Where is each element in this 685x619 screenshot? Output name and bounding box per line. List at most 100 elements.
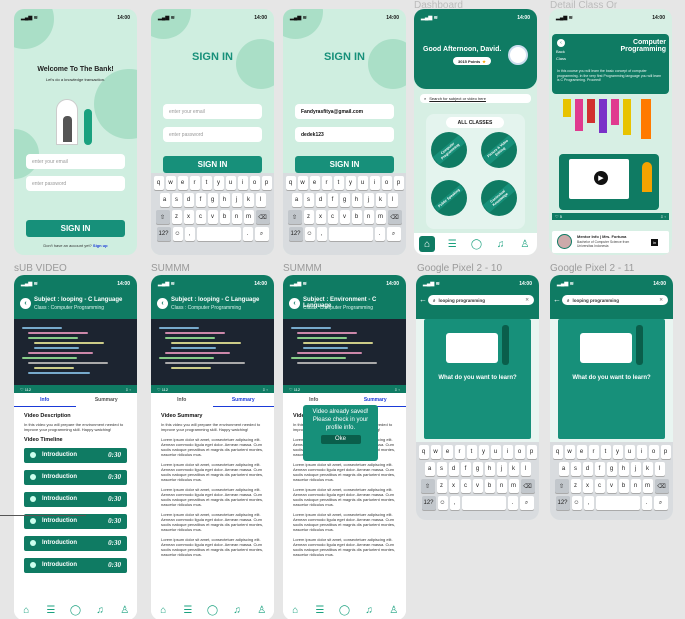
key[interactable]: o xyxy=(381,176,392,190)
key[interactable]: m xyxy=(375,210,386,224)
key[interactable]: v xyxy=(339,210,350,224)
home-icon[interactable]: ⌂ xyxy=(288,603,302,617)
key[interactable]: w xyxy=(564,445,575,459)
like-icon[interactable]: ♡ 112 xyxy=(20,387,31,392)
linkedin-icon[interactable]: in xyxy=(651,239,658,246)
bell-icon[interactable]: ♫ xyxy=(362,603,376,617)
emoji-icon[interactable]: ☺ xyxy=(437,496,448,510)
ok-button[interactable]: Oke xyxy=(320,435,361,445)
comma-key[interactable]: , xyxy=(184,227,195,241)
email-field[interactable]: Fandyrasfitya@gmail.com xyxy=(295,104,394,119)
key[interactable]: m xyxy=(642,479,653,493)
key[interactable]: j xyxy=(363,193,374,207)
key[interactable]: n xyxy=(231,210,242,224)
key[interactable]: j xyxy=(630,462,641,476)
key[interactable]: i xyxy=(369,176,380,190)
key[interactable]: k xyxy=(508,462,519,476)
key[interactable]: r xyxy=(454,445,465,459)
video-player[interactable] xyxy=(151,319,274,385)
key[interactable]: c xyxy=(195,210,206,224)
key[interactable]: p xyxy=(660,445,671,459)
timeline-item[interactable]: Introduction 0:30 xyxy=(24,513,127,529)
space-key[interactable] xyxy=(328,227,373,241)
user-icon[interactable]: ♙ xyxy=(518,237,532,251)
bell-icon[interactable]: ♫ xyxy=(93,603,107,617)
tab-info[interactable]: Info xyxy=(14,393,76,407)
num-key[interactable]: 12? xyxy=(421,496,436,510)
bulb-icon[interactable]: ◯ xyxy=(469,237,483,251)
search-icon[interactable]: ⌕ xyxy=(519,496,534,510)
key[interactable]: c xyxy=(460,479,471,493)
key[interactable]: k xyxy=(642,462,653,476)
num-key[interactable]: 12? xyxy=(156,227,171,241)
key[interactable]: g xyxy=(207,193,218,207)
key[interactable]: o xyxy=(249,176,260,190)
emoji-icon[interactable]: ☺ xyxy=(571,496,582,510)
key[interactable]: n xyxy=(363,210,374,224)
search-icon[interactable]: ⌕ xyxy=(254,227,269,241)
search-input[interactable]: ⌕ looping programming ✕ xyxy=(562,295,668,305)
bulb-icon[interactable]: ◯ xyxy=(205,603,219,617)
list-icon[interactable]: ☰ xyxy=(313,603,327,617)
key[interactable]: s xyxy=(171,193,182,207)
period-key[interactable]: . xyxy=(641,496,652,510)
key[interactable]: g xyxy=(472,462,483,476)
download-icon[interactable]: ⇩ ▫ xyxy=(660,214,666,219)
key[interactable]: a xyxy=(291,193,302,207)
comma-key[interactable]: , xyxy=(583,496,594,510)
key[interactable]: w xyxy=(430,445,441,459)
key[interactable]: z xyxy=(171,210,182,224)
key[interactable]: m xyxy=(508,479,519,493)
shift-icon[interactable]: ⇧ xyxy=(420,479,435,493)
period-key[interactable]: . xyxy=(507,496,518,510)
user-icon[interactable]: ♙ xyxy=(255,603,269,617)
key[interactable]: h xyxy=(351,193,362,207)
key[interactable]: o xyxy=(514,445,525,459)
key[interactable]: r xyxy=(588,445,599,459)
password-field[interactable]: enter password xyxy=(26,176,125,191)
timeline-item[interactable]: Introduction 0:30 xyxy=(24,557,127,573)
key[interactable]: l xyxy=(654,462,665,476)
key[interactable]: x xyxy=(448,479,459,493)
shift-icon[interactable]: ⇧ xyxy=(287,210,302,224)
key[interactable]: d xyxy=(582,462,593,476)
download-icon[interactable]: ⇩ ▫ xyxy=(262,387,268,392)
key[interactable]: n xyxy=(496,479,507,493)
class-computer-programming[interactable]: Computer Programming xyxy=(431,132,467,168)
key[interactable]: x xyxy=(183,210,194,224)
key[interactable]: d xyxy=(315,193,326,207)
key[interactable]: b xyxy=(484,479,495,493)
key[interactable]: p xyxy=(261,176,272,190)
key[interactable]: h xyxy=(219,193,230,207)
key[interactable]: y xyxy=(478,445,489,459)
back-icon[interactable]: ‹ xyxy=(157,298,168,309)
key[interactable]: q xyxy=(285,176,296,190)
key[interactable]: q xyxy=(418,445,429,459)
class-picture-video-editing[interactable]: Picture & Video Editing xyxy=(481,132,517,168)
key[interactable]: u xyxy=(624,445,635,459)
space-key[interactable] xyxy=(461,496,506,510)
emoji-icon[interactable]: ☺ xyxy=(172,227,183,241)
home-icon[interactable]: ⌂ xyxy=(156,603,170,617)
key[interactable]: j xyxy=(231,193,242,207)
email-field[interactable]: enter your email xyxy=(26,154,125,169)
tab-summary[interactable]: Summary xyxy=(212,393,274,407)
key[interactable]: r xyxy=(321,176,332,190)
key[interactable]: a xyxy=(424,462,435,476)
key[interactable]: e xyxy=(309,176,320,190)
num-key[interactable]: 12? xyxy=(288,227,303,241)
key[interactable]: e xyxy=(576,445,587,459)
like-icon[interactable]: ♡ 112 xyxy=(289,387,300,392)
search-icon[interactable]: ⌕ xyxy=(386,227,401,241)
key[interactable]: y xyxy=(345,176,356,190)
key[interactable]: r xyxy=(189,176,200,190)
key[interactable]: z xyxy=(570,479,581,493)
key[interactable]: v xyxy=(472,479,483,493)
key[interactable]: b xyxy=(219,210,230,224)
timeline-item[interactable]: Introduction 0:30 xyxy=(24,469,127,485)
like-icon[interactable]: ♡ 5 xyxy=(555,214,562,219)
class-public-speaking[interactable]: Public Speaking xyxy=(431,180,467,216)
key[interactable]: k xyxy=(243,193,254,207)
back-icon[interactable]: ‹ xyxy=(557,39,565,47)
user-icon[interactable]: ♙ xyxy=(118,603,132,617)
